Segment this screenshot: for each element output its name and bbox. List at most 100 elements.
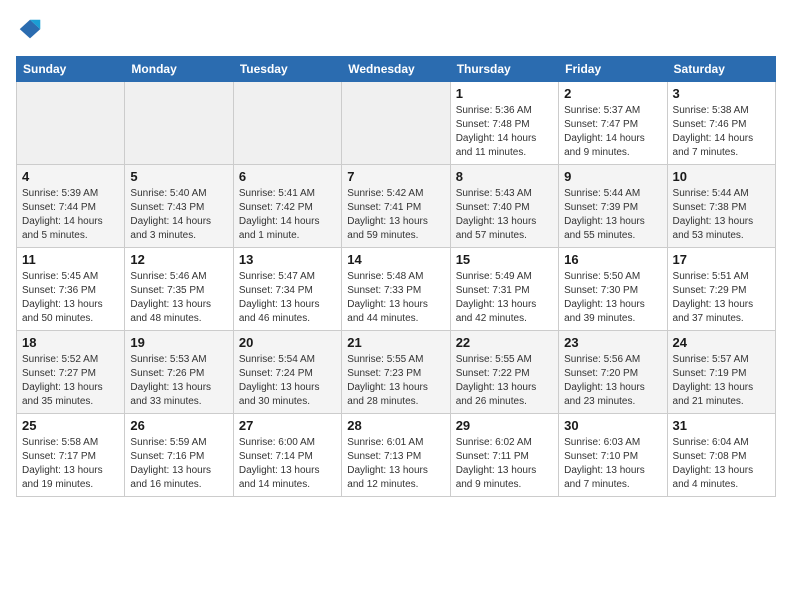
calendar-cell — [125, 82, 233, 165]
calendar-cell: 18 Sunrise: 5:52 AM Sunset: 7:27 PM Dayli… — [17, 331, 125, 414]
calendar-cell: 5 Sunrise: 5:40 AM Sunset: 7:43 PM Daylig… — [125, 165, 233, 248]
day-info: Sunrise: 6:01 AM Sunset: 7:13 PM Dayligh… — [347, 436, 444, 492]
calendar-cell: 2 Sunrise: 5:37 AM Sunset: 7:47 PM Daylig… — [559, 82, 667, 165]
calendar-week-row: 11 Sunrise: 5:45 AM Sunset: 7:36 PM Dayli… — [17, 248, 776, 331]
calendar-cell: 10 Sunrise: 5:44 AM Sunset: 7:38 PM Dayli… — [667, 165, 775, 248]
calendar-cell: 17 Sunrise: 5:51 AM Sunset: 7:29 PM Dayli… — [667, 248, 775, 331]
day-info: Sunrise: 5:48 AM Sunset: 7:33 PM Dayligh… — [347, 270, 444, 326]
calendar-cell: 15 Sunrise: 5:49 AM Sunset: 7:31 PM Dayli… — [450, 248, 558, 331]
day-info: Sunrise: 5:54 AM Sunset: 7:24 PM Dayligh… — [239, 353, 336, 409]
day-info: Sunrise: 6:00 AM Sunset: 7:14 PM Dayligh… — [239, 436, 336, 492]
day-info: Sunrise: 5:44 AM Sunset: 7:39 PM Dayligh… — [564, 187, 661, 243]
calendar-cell — [233, 82, 341, 165]
day-info: Sunrise: 6:04 AM Sunset: 7:08 PM Dayligh… — [673, 436, 770, 492]
weekday-header: Wednesday — [342, 57, 450, 82]
day-info: Sunrise: 5:57 AM Sunset: 7:19 PM Dayligh… — [673, 353, 770, 409]
calendar-week-row: 25 Sunrise: 5:58 AM Sunset: 7:17 PM Dayli… — [17, 414, 776, 497]
calendar-cell: 27 Sunrise: 6:00 AM Sunset: 7:14 PM Dayli… — [233, 414, 341, 497]
calendar-cell: 28 Sunrise: 6:01 AM Sunset: 7:13 PM Dayli… — [342, 414, 450, 497]
day-number: 29 — [456, 418, 553, 433]
day-info: Sunrise: 5:50 AM Sunset: 7:30 PM Dayligh… — [564, 270, 661, 326]
calendar-cell: 23 Sunrise: 5:56 AM Sunset: 7:20 PM Dayli… — [559, 331, 667, 414]
day-number: 5 — [130, 169, 227, 184]
page-header — [16, 16, 776, 44]
day-info: Sunrise: 5:52 AM Sunset: 7:27 PM Dayligh… — [22, 353, 119, 409]
weekday-header: Friday — [559, 57, 667, 82]
day-info: Sunrise: 5:39 AM Sunset: 7:44 PM Dayligh… — [22, 187, 119, 243]
day-info: Sunrise: 5:43 AM Sunset: 7:40 PM Dayligh… — [456, 187, 553, 243]
day-number: 9 — [564, 169, 661, 184]
calendar-cell: 22 Sunrise: 5:55 AM Sunset: 7:22 PM Dayli… — [450, 331, 558, 414]
day-info: Sunrise: 5:56 AM Sunset: 7:20 PM Dayligh… — [564, 353, 661, 409]
calendar-week-row: 1 Sunrise: 5:36 AM Sunset: 7:48 PM Daylig… — [17, 82, 776, 165]
calendar-cell — [342, 82, 450, 165]
calendar-cell: 30Sunrise: 6:03 AM Sunset: 7:10 PM Dayli… — [559, 414, 667, 497]
day-number: 11 — [22, 252, 119, 267]
calendar-cell: 1 Sunrise: 5:36 AM Sunset: 7:48 PM Daylig… — [450, 82, 558, 165]
day-number: 10 — [673, 169, 770, 184]
day-number: 2 — [564, 86, 661, 101]
day-info: Sunrise: 5:55 AM Sunset: 7:22 PM Dayligh… — [456, 353, 553, 409]
day-info: Sunrise: 5:44 AM Sunset: 7:38 PM Dayligh… — [673, 187, 770, 243]
day-info: Sunrise: 5:38 AM Sunset: 7:46 PM Dayligh… — [673, 104, 770, 160]
calendar-week-row: 18 Sunrise: 5:52 AM Sunset: 7:27 PM Dayli… — [17, 331, 776, 414]
day-number: 8 — [456, 169, 553, 184]
day-number: 17 — [673, 252, 770, 267]
calendar-cell: 9 Sunrise: 5:44 AM Sunset: 7:39 PM Daylig… — [559, 165, 667, 248]
calendar-cell: 14 Sunrise: 5:48 AM Sunset: 7:33 PM Dayli… — [342, 248, 450, 331]
logo-icon — [16, 16, 44, 44]
calendar-cell: 8 Sunrise: 5:43 AM Sunset: 7:40 PM Daylig… — [450, 165, 558, 248]
day-info: Sunrise: 5:40 AM Sunset: 7:43 PM Dayligh… — [130, 187, 227, 243]
calendar: SundayMondayTuesdayWednesdayThursdayFrid… — [16, 56, 776, 497]
calendar-body: 1 Sunrise: 5:36 AM Sunset: 7:48 PM Daylig… — [17, 82, 776, 497]
day-info: Sunrise: 5:46 AM Sunset: 7:35 PM Dayligh… — [130, 270, 227, 326]
calendar-cell: 7 Sunrise: 5:42 AM Sunset: 7:41 PM Daylig… — [342, 165, 450, 248]
calendar-cell: 6Sunrise: 5:41 AM Sunset: 7:42 PM Daylig… — [233, 165, 341, 248]
day-info: Sunrise: 5:37 AM Sunset: 7:47 PM Dayligh… — [564, 104, 661, 160]
day-number: 14 — [347, 252, 444, 267]
day-number: 25 — [22, 418, 119, 433]
calendar-cell: 13Sunrise: 5:47 AM Sunset: 7:34 PM Dayli… — [233, 248, 341, 331]
weekday-header: Thursday — [450, 57, 558, 82]
calendar-cell: 3 Sunrise: 5:38 AM Sunset: 7:46 PM Daylig… — [667, 82, 775, 165]
calendar-cell: 29Sunrise: 6:02 AM Sunset: 7:11 PM Dayli… — [450, 414, 558, 497]
day-number: 30 — [564, 418, 661, 433]
calendar-cell: 20 Sunrise: 5:54 AM Sunset: 7:24 PM Dayli… — [233, 331, 341, 414]
weekday-header: Saturday — [667, 57, 775, 82]
day-number: 20 — [239, 335, 336, 350]
day-info: Sunrise: 5:58 AM Sunset: 7:17 PM Dayligh… — [22, 436, 119, 492]
day-info: Sunrise: 5:49 AM Sunset: 7:31 PM Dayligh… — [456, 270, 553, 326]
day-number: 27 — [239, 418, 336, 433]
calendar-cell: 12Sunrise: 5:46 AM Sunset: 7:35 PM Dayli… — [125, 248, 233, 331]
day-info: Sunrise: 5:45 AM Sunset: 7:36 PM Dayligh… — [22, 270, 119, 326]
weekday-header: Tuesday — [233, 57, 341, 82]
day-number: 31 — [673, 418, 770, 433]
calendar-cell: 11 Sunrise: 5:45 AM Sunset: 7:36 PM Dayli… — [17, 248, 125, 331]
day-number: 15 — [456, 252, 553, 267]
day-number: 22 — [456, 335, 553, 350]
day-number: 4 — [22, 169, 119, 184]
calendar-week-row: 4 Sunrise: 5:39 AM Sunset: 7:44 PM Daylig… — [17, 165, 776, 248]
day-number: 23 — [564, 335, 661, 350]
day-info: Sunrise: 5:36 AM Sunset: 7:48 PM Dayligh… — [456, 104, 553, 160]
day-number: 28 — [347, 418, 444, 433]
calendar-cell: 26Sunrise: 5:59 AM Sunset: 7:16 PM Dayli… — [125, 414, 233, 497]
day-info: Sunrise: 5:53 AM Sunset: 7:26 PM Dayligh… — [130, 353, 227, 409]
calendar-cell: 25 Sunrise: 5:58 AM Sunset: 7:17 PM Dayli… — [17, 414, 125, 497]
calendar-cell: 24Sunrise: 5:57 AM Sunset: 7:19 PM Dayli… — [667, 331, 775, 414]
day-info: Sunrise: 5:41 AM Sunset: 7:42 PM Dayligh… — [239, 187, 336, 243]
day-info: Sunrise: 5:51 AM Sunset: 7:29 PM Dayligh… — [673, 270, 770, 326]
day-number: 21 — [347, 335, 444, 350]
day-number: 16 — [564, 252, 661, 267]
calendar-cell: 19 Sunrise: 5:53 AM Sunset: 7:26 PM Dayli… — [125, 331, 233, 414]
calendar-cell: 21Sunrise: 5:55 AM Sunset: 7:23 PM Dayli… — [342, 331, 450, 414]
day-number: 3 — [673, 86, 770, 101]
day-info: Sunrise: 5:59 AM Sunset: 7:16 PM Dayligh… — [130, 436, 227, 492]
day-info: Sunrise: 5:42 AM Sunset: 7:41 PM Dayligh… — [347, 187, 444, 243]
calendar-cell: 31 Sunrise: 6:04 AM Sunset: 7:08 PM Dayli… — [667, 414, 775, 497]
day-number: 1 — [456, 86, 553, 101]
weekday-header: Sunday — [17, 57, 125, 82]
day-number: 18 — [22, 335, 119, 350]
day-number: 7 — [347, 169, 444, 184]
day-number: 19 — [130, 335, 227, 350]
